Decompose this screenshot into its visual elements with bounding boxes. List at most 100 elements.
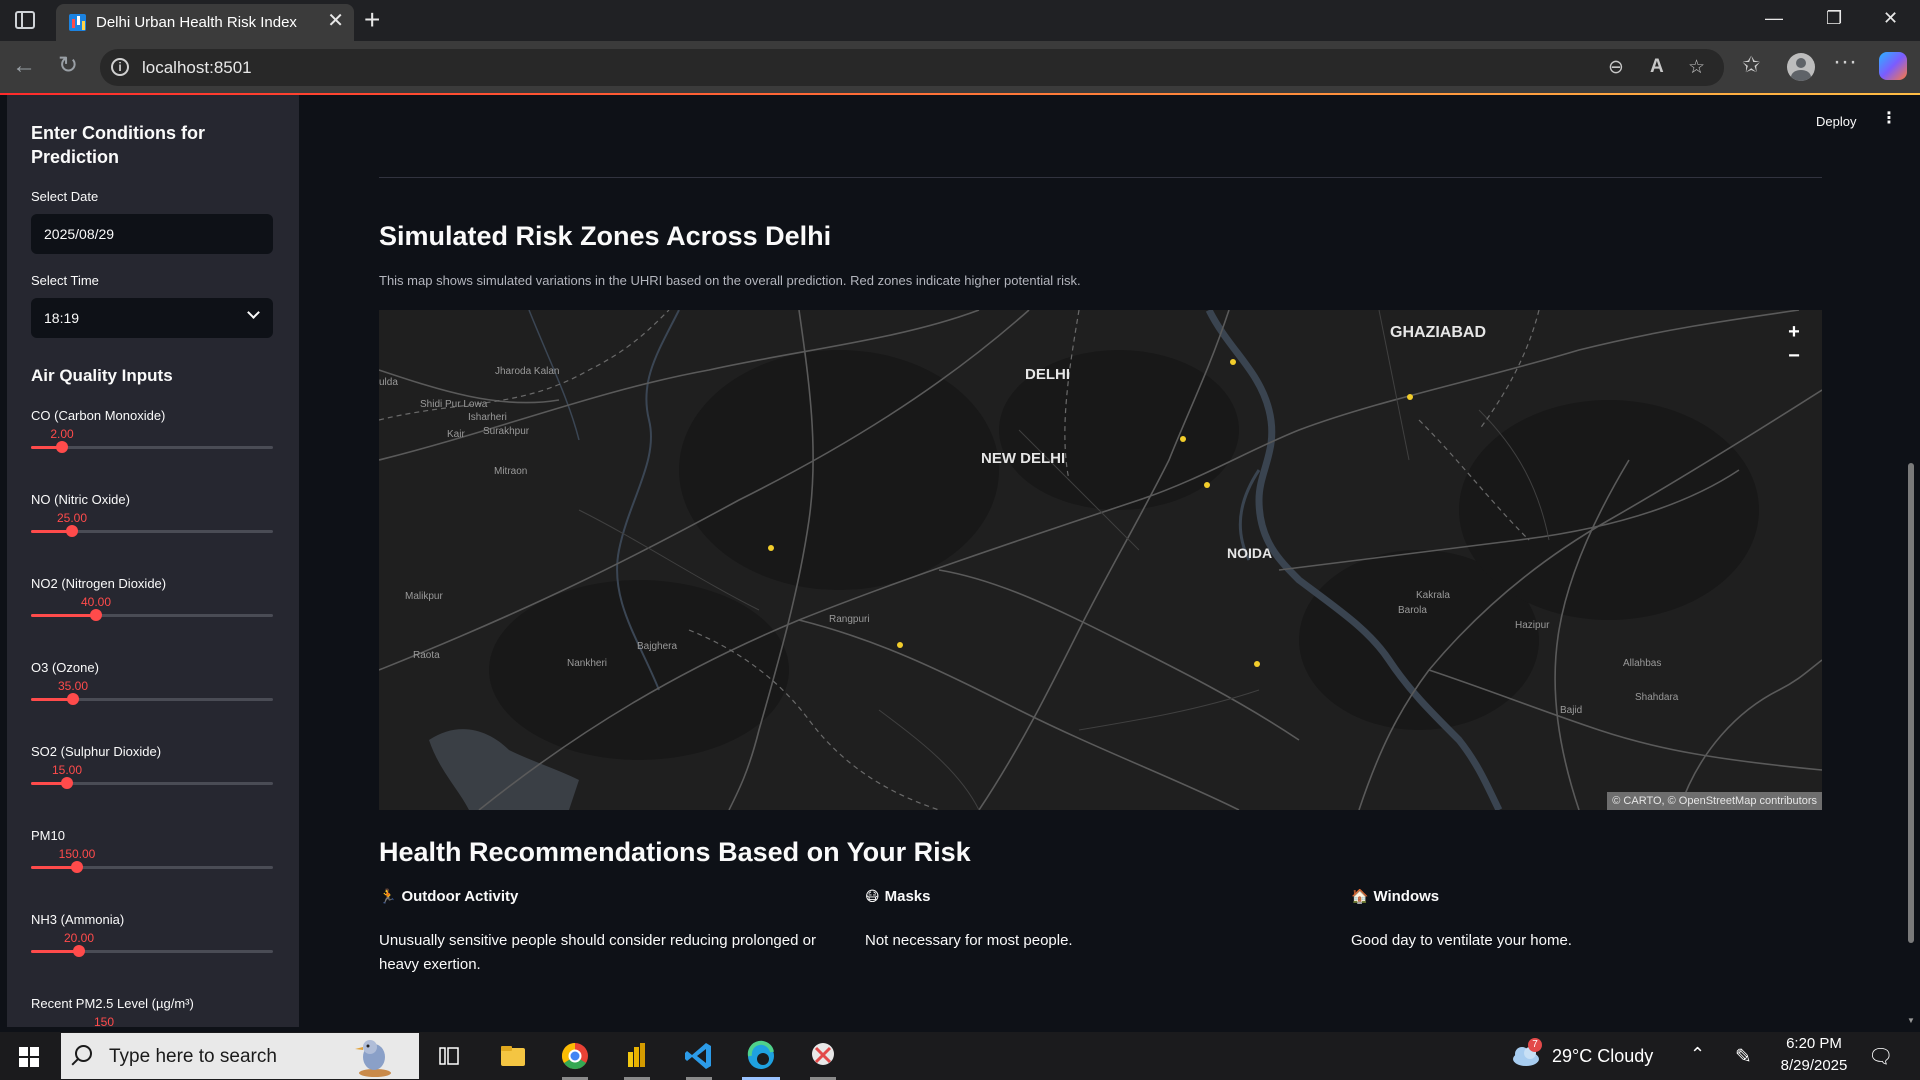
section-divider xyxy=(379,177,1822,178)
slider-value: 150 xyxy=(93,1015,115,1027)
file-explorer-icon[interactable] xyxy=(494,1038,532,1074)
date-label: Select Date xyxy=(31,189,99,204)
slider-thumb[interactable] xyxy=(56,441,68,453)
slider-value: 25.00 xyxy=(56,511,88,525)
time-value[interactable]: 18:19 xyxy=(44,310,79,326)
favorite-star-icon[interactable]: ☆ xyxy=(1688,56,1705,79)
favorites-icon[interactable]: ✩ xyxy=(1742,52,1760,78)
scrollbar-thumb[interactable] xyxy=(1908,463,1914,943)
more-options-icon[interactable]: ··· xyxy=(1833,48,1857,76)
slider-track[interactable] xyxy=(31,945,273,957)
map-zoom-in-button[interactable]: + xyxy=(1782,320,1806,344)
time-select[interactable]: 18:19 xyxy=(31,298,273,338)
risk-map[interactable]: GHAZIABAD DELHI NEW DELHI NOIDA Jharoda … xyxy=(379,310,1822,810)
slider[interactable]: CO (Carbon Monoxide) 2.00 xyxy=(31,408,273,472)
weather-text[interactable]: 29°C Cloudy xyxy=(1552,1046,1653,1067)
deploy-button[interactable]: Deploy xyxy=(1816,114,1856,129)
slider[interactable]: NH3 (Ammonia) 20.00 xyxy=(31,912,273,976)
tray-chevron-up-icon[interactable]: ⌃ xyxy=(1690,1044,1705,1065)
chrome-icon[interactable] xyxy=(556,1038,594,1080)
weather-alert-badge: 7 xyxy=(1528,1038,1542,1052)
map-label-minor: Malikpur xyxy=(405,591,443,602)
search-highlight-bird-icon xyxy=(355,1040,391,1077)
close-tab-icon[interactable]: ✕ xyxy=(327,11,344,31)
slider[interactable]: O3 (Ozone) 35.00 xyxy=(31,660,273,724)
slider-label: Recent PM2.5 Level (µg/m³) xyxy=(31,996,194,1011)
date-value[interactable]: 2025/08/29 xyxy=(44,226,114,242)
slider-thumb[interactable] xyxy=(66,525,78,537)
map-label-minor: Shahdara xyxy=(1635,692,1679,703)
vscode-icon[interactable] xyxy=(680,1038,718,1080)
slider[interactable]: NO (Nitric Oxide) 25.00 xyxy=(31,492,273,556)
clock-time[interactable]: 6:20 PM xyxy=(1778,1035,1850,1052)
search-icon xyxy=(75,1045,92,1062)
windows-taskbar: Type here to search 7 29°C Cloudy ⌃ ✎ 6:… xyxy=(0,1032,1920,1080)
power-bi-icon[interactable] xyxy=(618,1038,656,1080)
slider[interactable]: NO2 (Nitrogen Dioxide) 40.00 xyxy=(31,576,273,640)
risk-zone-marker[interactable] xyxy=(768,545,774,551)
pen-icon[interactable]: ✎ xyxy=(1735,1044,1752,1069)
slider-thumb[interactable] xyxy=(61,777,73,789)
risk-zone-marker[interactable] xyxy=(1230,359,1236,365)
site-info-icon[interactable]: i xyxy=(111,58,129,76)
slider-track[interactable] xyxy=(31,525,273,537)
slider[interactable]: SO2 (Sulphur Dioxide) 15.00 xyxy=(31,744,273,808)
page-scrollbar[interactable]: ▼ xyxy=(1903,95,1920,1027)
map-label-minor: Rangpuri xyxy=(829,614,870,625)
snipping-tool-icon[interactable] xyxy=(804,1038,842,1080)
slider-value: 35.00 xyxy=(57,679,89,693)
back-icon[interactable]: ← xyxy=(12,53,36,79)
profile-avatar-icon[interactable] xyxy=(1787,53,1815,81)
new-tab-icon[interactable]: + xyxy=(364,4,380,36)
slider-track[interactable] xyxy=(31,441,273,453)
windows-start-icon[interactable] xyxy=(19,1047,39,1067)
date-input[interactable]: 2025/08/29 xyxy=(31,214,273,254)
minimize-icon[interactable]: — xyxy=(1765,8,1783,29)
risk-zone-marker[interactable] xyxy=(1204,482,1210,488)
map-label-minor: Kakrala xyxy=(1416,590,1450,601)
slider-track[interactable] xyxy=(31,777,273,789)
map-zoom-out-button[interactable]: − xyxy=(1782,344,1806,368)
url-field[interactable]: i localhost:8501 ⊖ A ☆ xyxy=(100,49,1724,86)
zoom-out-icon[interactable]: ⊖ xyxy=(1608,56,1624,79)
taskbar-search-placeholder[interactable]: Type here to search xyxy=(109,1046,277,1068)
risk-zone-marker[interactable] xyxy=(1407,394,1413,400)
notifications-icon[interactable]: 🗨 xyxy=(1868,1044,1893,1069)
recommendations-title: Health Recommendations Based on Your Ris… xyxy=(379,837,971,867)
main-menu-icon[interactable]: ⋮ xyxy=(1881,111,1897,127)
slider-fill xyxy=(31,614,96,617)
slider-thumb[interactable] xyxy=(90,609,102,621)
slider[interactable]: PM10 150.00 xyxy=(31,828,273,892)
map-label-new-delhi: NEW DELHI xyxy=(981,450,1066,467)
tab-actions-icon[interactable] xyxy=(15,11,35,29)
slider[interactable]: Recent PM2.5 Level (µg/m³) 150 xyxy=(31,996,273,1027)
edge-icon[interactable] xyxy=(742,1038,780,1080)
slider-value: 15.00 xyxy=(51,763,83,777)
map-attribution[interactable]: © CARTO, © OpenStreetMap contributors xyxy=(1607,792,1822,810)
refresh-icon[interactable]: ↻ xyxy=(58,53,78,79)
url-text[interactable]: localhost:8501 xyxy=(142,58,252,78)
slider-track[interactable] xyxy=(31,861,273,873)
copilot-icon[interactable] xyxy=(1879,52,1907,80)
risk-zone-marker[interactable] xyxy=(897,642,903,648)
read-aloud-icon[interactable]: A xyxy=(1650,56,1664,78)
taskbar-search[interactable]: Type here to search xyxy=(61,1033,419,1079)
slider-thumb[interactable] xyxy=(71,861,83,873)
slider-thumb[interactable] xyxy=(73,945,85,957)
recommendation-title: Masks xyxy=(884,888,931,905)
close-window-icon[interactable]: ✕ xyxy=(1883,8,1898,29)
slider-track[interactable] xyxy=(31,693,273,705)
chevron-down-icon[interactable] xyxy=(247,306,260,319)
risk-zone-marker[interactable] xyxy=(1254,661,1260,667)
running-person-icon: 🏃 xyxy=(379,888,397,904)
slider-thumb[interactable] xyxy=(67,693,79,705)
task-view-icon[interactable] xyxy=(430,1038,468,1074)
scroll-down-arrow-icon[interactable]: ▼ xyxy=(1907,1016,1915,1025)
restore-icon[interactable]: ❐ xyxy=(1826,8,1842,29)
main-content: Deploy ⋮ Simulated Risk Zones Across Del… xyxy=(299,95,1905,1027)
slider-fill xyxy=(31,950,79,953)
clock-date[interactable]: 8/29/2025 xyxy=(1774,1057,1854,1074)
browser-tab[interactable]: Delhi Urban Health Risk Index ✕ xyxy=(56,4,354,41)
slider-track[interactable] xyxy=(31,609,273,621)
risk-zone-marker[interactable] xyxy=(1180,436,1186,442)
